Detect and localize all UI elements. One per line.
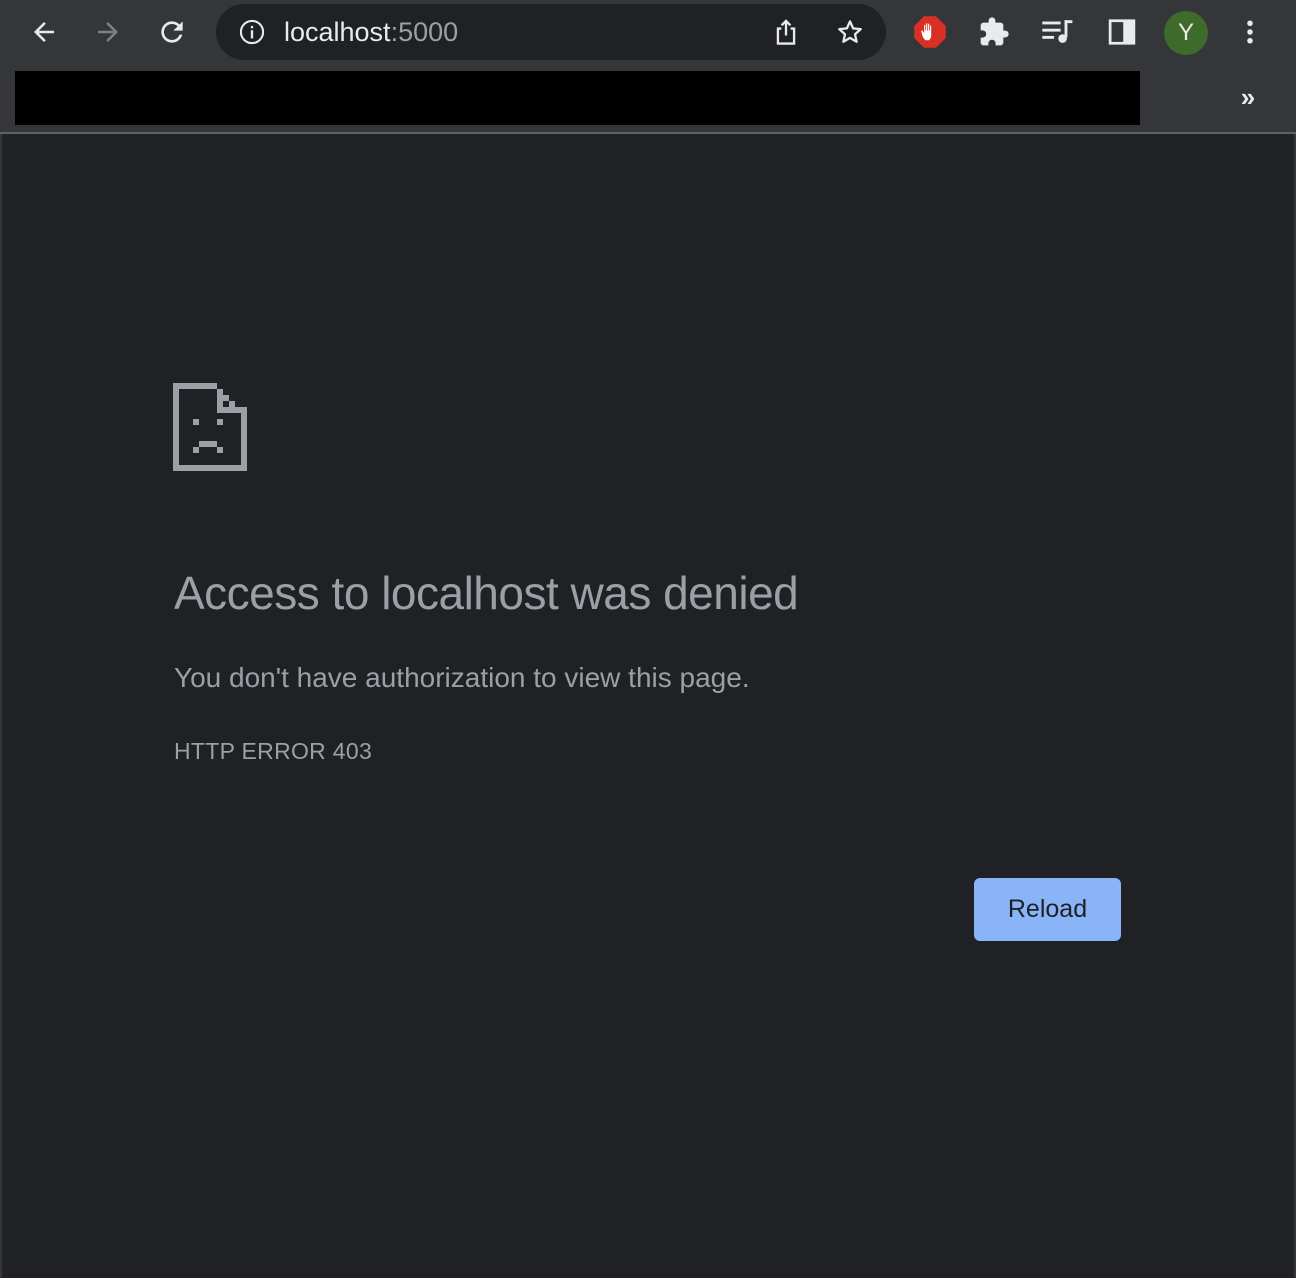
extensions-puzzle-icon: [980, 17, 1009, 46]
media-queue-icon: [1042, 20, 1073, 43]
bookmarks-bar: »: [0, 66, 1296, 132]
site-info-button[interactable]: [238, 18, 266, 46]
profile-avatar[interactable]: Y: [1164, 11, 1208, 55]
back-button[interactable]: [22, 10, 66, 54]
bookmarks-overflow-button[interactable]: »: [1230, 80, 1266, 116]
adblock-extension-button[interactable]: [908, 10, 952, 54]
reload-page-button[interactable]: [150, 10, 194, 54]
adblock-hand-icon: [914, 16, 946, 48]
redacted-bookmarks: [15, 71, 1140, 125]
browser-toolbar: localhost:5000 Y: [0, 0, 1296, 66]
error-page: Access to localhost was denied You don't…: [2, 134, 1294, 1278]
address-bar[interactable]: localhost:5000: [216, 4, 886, 60]
media-controls-button[interactable]: [1036, 10, 1080, 54]
sad-document-icon: [173, 383, 247, 471]
forward-button[interactable]: [86, 10, 130, 54]
bookmark-star-button[interactable]: [832, 14, 868, 50]
error-description: You don't have authorization to view thi…: [174, 662, 750, 693]
extensions-button[interactable]: [972, 10, 1016, 54]
browser-window: localhost:5000 Y » Access to localhost w…: [0, 0, 1296, 1278]
url-text[interactable]: localhost:5000: [284, 17, 458, 47]
url-host: localhost: [284, 17, 391, 47]
more-vert-icon: [1247, 20, 1253, 44]
browser-menu-button[interactable]: [1228, 10, 1272, 54]
back-arrow-icon: [34, 22, 54, 42]
error-code: HTTP ERROR 403: [174, 738, 373, 764]
side-panel-button[interactable]: [1100, 10, 1144, 54]
share-button[interactable]: [768, 14, 804, 50]
site-info-icon: [239, 19, 265, 45]
reload-button[interactable]: Reload: [974, 878, 1121, 941]
url-port: :5000: [390, 17, 459, 47]
forward-arrow-icon: [98, 22, 118, 42]
side-panel-icon: [1108, 19, 1136, 45]
error-title: Access to localhost was denied: [174, 567, 799, 619]
bookmark-star-icon: [838, 20, 862, 43]
share-icon: [776, 19, 796, 45]
reload-icon: [161, 21, 183, 43]
